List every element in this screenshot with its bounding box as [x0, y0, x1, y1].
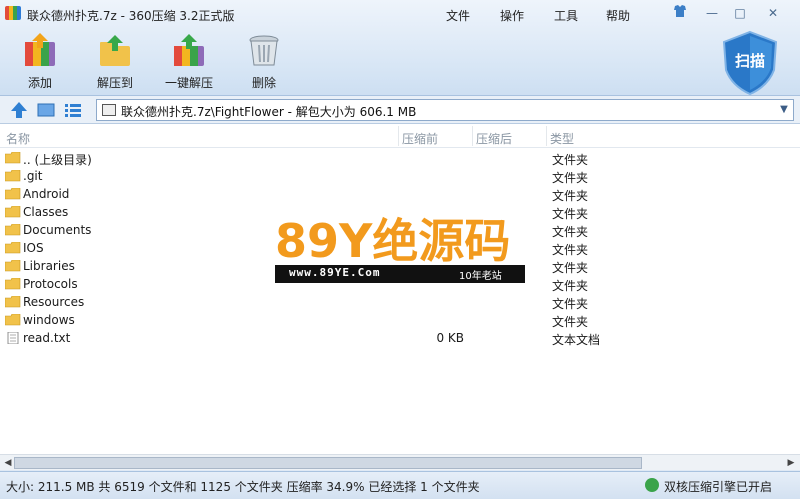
file-name: .git	[23, 169, 43, 183]
file-name: Android	[23, 187, 70, 201]
column-original-size[interactable]: 压缩前	[402, 130, 438, 147]
one-click-extract-icon	[174, 34, 204, 66]
large-icons-view-icon	[37, 103, 55, 117]
app-icon	[5, 6, 21, 20]
close-button[interactable]: ✕	[758, 3, 788, 23]
maximize-button[interactable]: □	[728, 3, 752, 23]
file-type: 文件夹	[552, 189, 589, 203]
file-name: IOS	[23, 241, 44, 255]
folder-icon	[5, 242, 21, 254]
file-type: 文件夹	[552, 279, 589, 293]
view-icons-button[interactable]	[36, 100, 56, 120]
folder-icon	[5, 278, 21, 290]
file-list: 名称 压缩前 压缩后 类型 .. (上级目录) 文件夹 .git 文件夹 And…	[0, 124, 800, 454]
file-type: 文本文档	[552, 333, 601, 347]
column-divider[interactable]	[398, 126, 399, 146]
column-divider[interactable]	[546, 126, 547, 146]
watermark-logo: 89Y绝源码	[275, 214, 510, 265]
column-name[interactable]: 名称	[6, 130, 30, 147]
file-type: 文件夹	[552, 153, 589, 167]
file-name: Documents	[23, 223, 92, 237]
folder-icon	[5, 170, 21, 182]
engine-status: 双核压缩引擎已开启	[664, 480, 773, 494]
one-click-extract-button[interactable]: 一键解压	[164, 32, 214, 92]
extract-to-icon	[100, 35, 130, 66]
skin-icon[interactable]	[668, 3, 692, 23]
list-header: 名称 压缩前 压缩后 类型	[0, 124, 800, 148]
up-folder-button[interactable]	[9, 100, 29, 120]
file-row[interactable]: read.txt 0 KB 文本文档	[0, 329, 800, 347]
menu-tools[interactable]: 工具	[554, 7, 578, 24]
folder-icon	[5, 224, 21, 236]
file-name: Resources	[23, 295, 85, 309]
file-type: 文件夹	[552, 261, 589, 275]
file-name: windows	[23, 313, 75, 327]
file-type: 文件夹	[552, 225, 589, 239]
file-name: .. (上级目录)	[23, 153, 92, 167]
add-button[interactable]: 添加	[15, 32, 65, 92]
one-click-extract-label: 一键解压	[164, 76, 213, 90]
column-compressed-size[interactable]: 压缩后	[476, 130, 512, 147]
window-title: 联众德州扑克.7z - 360压缩 3.2正式版	[27, 9, 235, 23]
chevron-down-icon[interactable]: ▼	[775, 100, 793, 120]
file-name: Classes	[23, 205, 69, 219]
file-name: Protocols	[23, 277, 78, 291]
menu-operation[interactable]: 操作	[500, 7, 524, 24]
folder-icon	[5, 296, 21, 308]
address-row: 联众德州扑克.7z\FightFlower - 解包大小为 606.1 MB ▼	[0, 96, 800, 124]
minimize-button[interactable]: —	[700, 3, 724, 23]
file-type: 文件夹	[552, 297, 589, 311]
text-file-icon	[7, 332, 19, 344]
trash-icon	[249, 35, 279, 66]
list-view-icon	[65, 104, 81, 117]
title-bar: 联众德州扑克.7z - 360压缩 3.2正式版 文件 操作 工具 帮助 — □…	[0, 0, 800, 28]
folder-icon	[5, 314, 21, 326]
file-type: 文件夹	[552, 243, 589, 257]
folder-icon	[5, 152, 21, 164]
add-label: 添加	[27, 76, 52, 90]
add-icon	[25, 33, 55, 66]
delete-label: 删除	[251, 76, 276, 90]
top-panel: 联众德州扑克.7z - 360压缩 3.2正式版 文件 操作 工具 帮助 — □…	[0, 0, 800, 96]
file-name: Libraries	[23, 259, 75, 273]
address-path: 联众德州扑克.7z\FightFlower - 解包大小为 606.1 MB	[121, 105, 417, 119]
file-row[interactable]: Android 文件夹	[0, 185, 800, 203]
view-list-button[interactable]	[63, 100, 83, 120]
status-bar: 大小: 211.5 MB 共 6519 个文件和 1125 个文件夹 压缩率 3…	[0, 471, 800, 499]
scroll-left-arrow[interactable]: ◀	[1, 457, 15, 469]
file-size: 0 KB	[436, 331, 464, 345]
extract-to-label: 解压到	[96, 76, 133, 90]
scroll-right-arrow[interactable]: ▶	[784, 457, 798, 469]
file-type: 文件夹	[552, 207, 589, 221]
status-summary: 大小: 211.5 MB 共 6519 个文件和 1125 个文件夹 压缩率 3…	[6, 480, 480, 494]
menu-file[interactable]: 文件	[446, 7, 470, 24]
file-type: 文件夹	[552, 315, 589, 329]
archive-icon	[102, 104, 116, 116]
file-row[interactable]: .. (上级目录) 文件夹	[0, 149, 800, 167]
arrow-up-icon	[11, 102, 27, 118]
horizontal-scrollbar[interactable]: ◀ ▶	[0, 454, 800, 470]
watermark-url: www.89YE.Com	[289, 266, 381, 279]
extract-to-button[interactable]: 解压到	[90, 32, 140, 92]
watermark: 89Y绝源码 www.89YE.Com 10年老站	[275, 213, 525, 283]
watermark-logo-text: 89Y绝源码	[275, 214, 510, 265]
watermark-slogan: 10年老站	[459, 271, 502, 282]
scan-label: 扫描	[734, 52, 765, 70]
file-name: read.txt	[23, 331, 71, 345]
address-bar[interactable]: 联众德州扑克.7z\FightFlower - 解包大小为 606.1 MB ▼	[96, 99, 794, 121]
folder-icon	[5, 188, 21, 200]
delete-button[interactable]: 删除	[239, 32, 289, 92]
file-row[interactable]: .git 文件夹	[0, 167, 800, 185]
folder-icon	[5, 260, 21, 272]
menu-help[interactable]: 帮助	[606, 7, 630, 24]
scan-button[interactable]: 扫描	[720, 30, 780, 96]
column-type[interactable]: 类型	[550, 130, 574, 147]
folder-icon	[5, 206, 21, 218]
scroll-thumb[interactable]	[14, 457, 642, 469]
column-divider[interactable]	[472, 126, 473, 146]
file-row[interactable]: Resources 文件夹	[0, 293, 800, 311]
engine-status-icon	[645, 478, 659, 492]
file-row[interactable]: windows 文件夹	[0, 311, 800, 329]
file-type: 文件夹	[552, 171, 589, 185]
